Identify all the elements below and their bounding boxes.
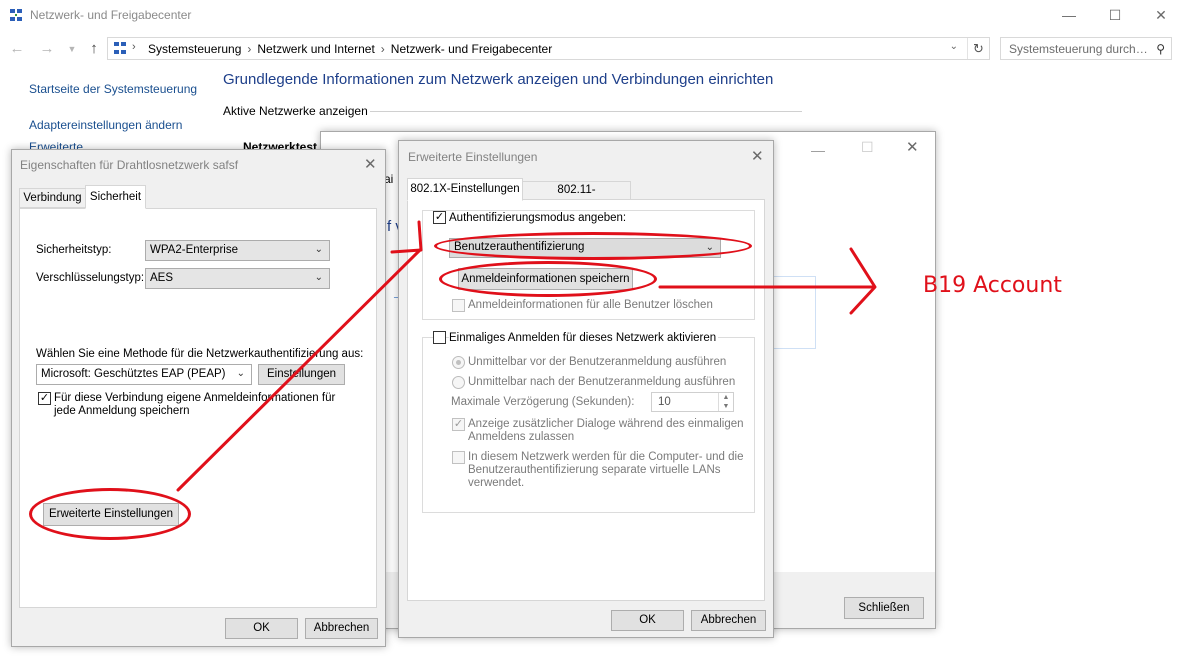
arrow-icon bbox=[176, 220, 423, 492]
tab-security[interactable]: Sicherheit bbox=[85, 185, 146, 209]
tab-8021x[interactable]: 802.1X-Einstellungen bbox=[407, 178, 523, 201]
arrow-icon bbox=[658, 247, 877, 315]
annotation-label: B19 Account bbox=[923, 273, 1062, 298]
annotation-arrows bbox=[176, 220, 877, 492]
